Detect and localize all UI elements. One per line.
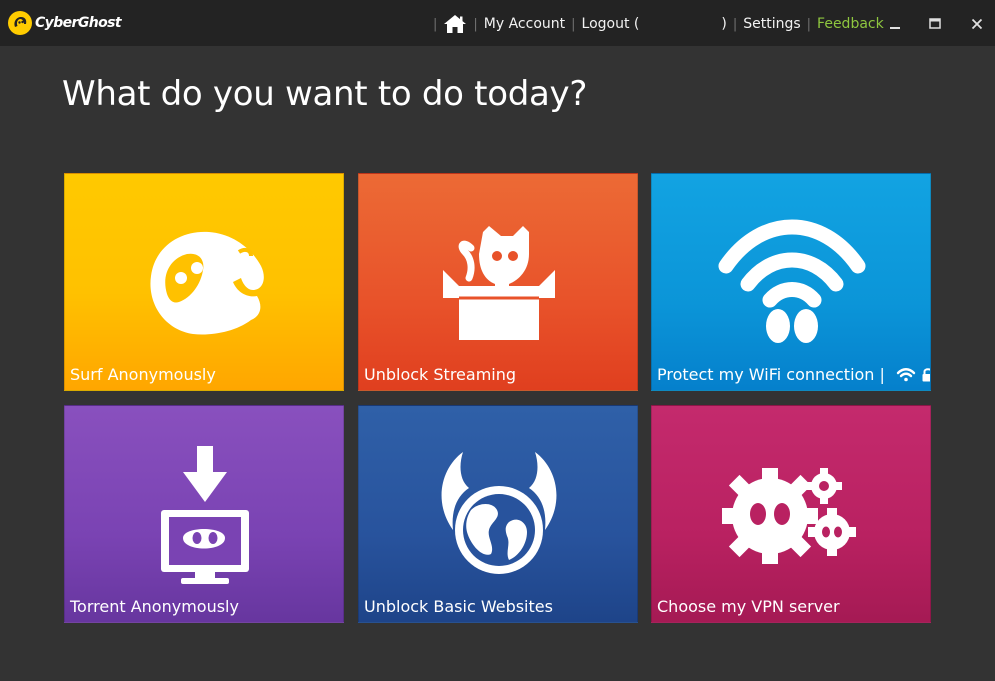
maximize-icon (929, 18, 941, 29)
unblock-streaming-tile[interactable]: Unblock Streaming (358, 173, 638, 391)
nav-separator: | (571, 16, 576, 32)
small-wifi-icon (896, 368, 916, 382)
title-bar: CyberGhost | | My Account | Logout ( ) |… (0, 0, 995, 46)
app-logo-text: CyberGhost (35, 15, 122, 31)
settings-link[interactable]: Settings (743, 16, 800, 32)
cat-in-box-icon (443, 226, 555, 340)
tile-label: Torrent Anonymously (70, 597, 239, 616)
lock-icon (922, 368, 930, 382)
home-icon[interactable] (443, 14, 467, 34)
tile-label: Choose my VPN server (657, 597, 840, 616)
close-icon (971, 18, 983, 30)
unblock-basic-websites-tile[interactable]: Unblock Basic Websites (358, 405, 638, 623)
app-logo: CyberGhost (8, 10, 122, 36)
choose-vpn-server-tile[interactable]: Choose my VPN server (651, 405, 931, 623)
winged-globe-icon (441, 452, 557, 574)
minimize-icon (890, 27, 900, 29)
surf-anonymously-tile[interactable]: Surf Anonymously (64, 173, 344, 391)
nav-separator: | (806, 16, 812, 32)
protect-wifi-tile[interactable]: Protect my WiFi connection | (651, 173, 931, 391)
page-title: What do you want to do today? (62, 74, 588, 114)
download-monitor-icon (161, 446, 249, 584)
top-navigation: | | My Account | Logout ( ) | Settings |… (427, 12, 884, 36)
close-button[interactable] (966, 13, 988, 35)
tile-label: Unblock Basic Websites (364, 597, 553, 616)
tile-label: Surf Anonymously (70, 365, 216, 384)
tile-label: Unblock Streaming (364, 365, 517, 384)
wifi-lock-indicator (896, 367, 930, 382)
tile-label: Protect my WiFi connection | (657, 365, 930, 384)
nav-separator: | (433, 16, 438, 32)
ghost-logo-icon (8, 11, 32, 35)
feedback-link[interactable]: Feedback (817, 16, 884, 32)
maximize-button[interactable] (924, 13, 946, 35)
logout-label-close: ) (721, 16, 727, 32)
minimize-button[interactable] (884, 13, 906, 35)
nav-separator: | (473, 16, 478, 32)
tile-label-text: Protect my WiFi connection | (657, 365, 885, 384)
my-account-link[interactable]: My Account (484, 16, 565, 32)
ghost-icon (150, 231, 264, 335)
nav-separator: | (732, 16, 738, 32)
logout-link[interactable]: Logout ( ) (582, 16, 727, 32)
logout-label: Logout ( (581, 16, 640, 32)
wifi-ghost-icon (718, 219, 866, 343)
torrent-anonymously-tile[interactable]: Torrent Anonymously (64, 405, 344, 623)
gears-icon (722, 468, 856, 564)
